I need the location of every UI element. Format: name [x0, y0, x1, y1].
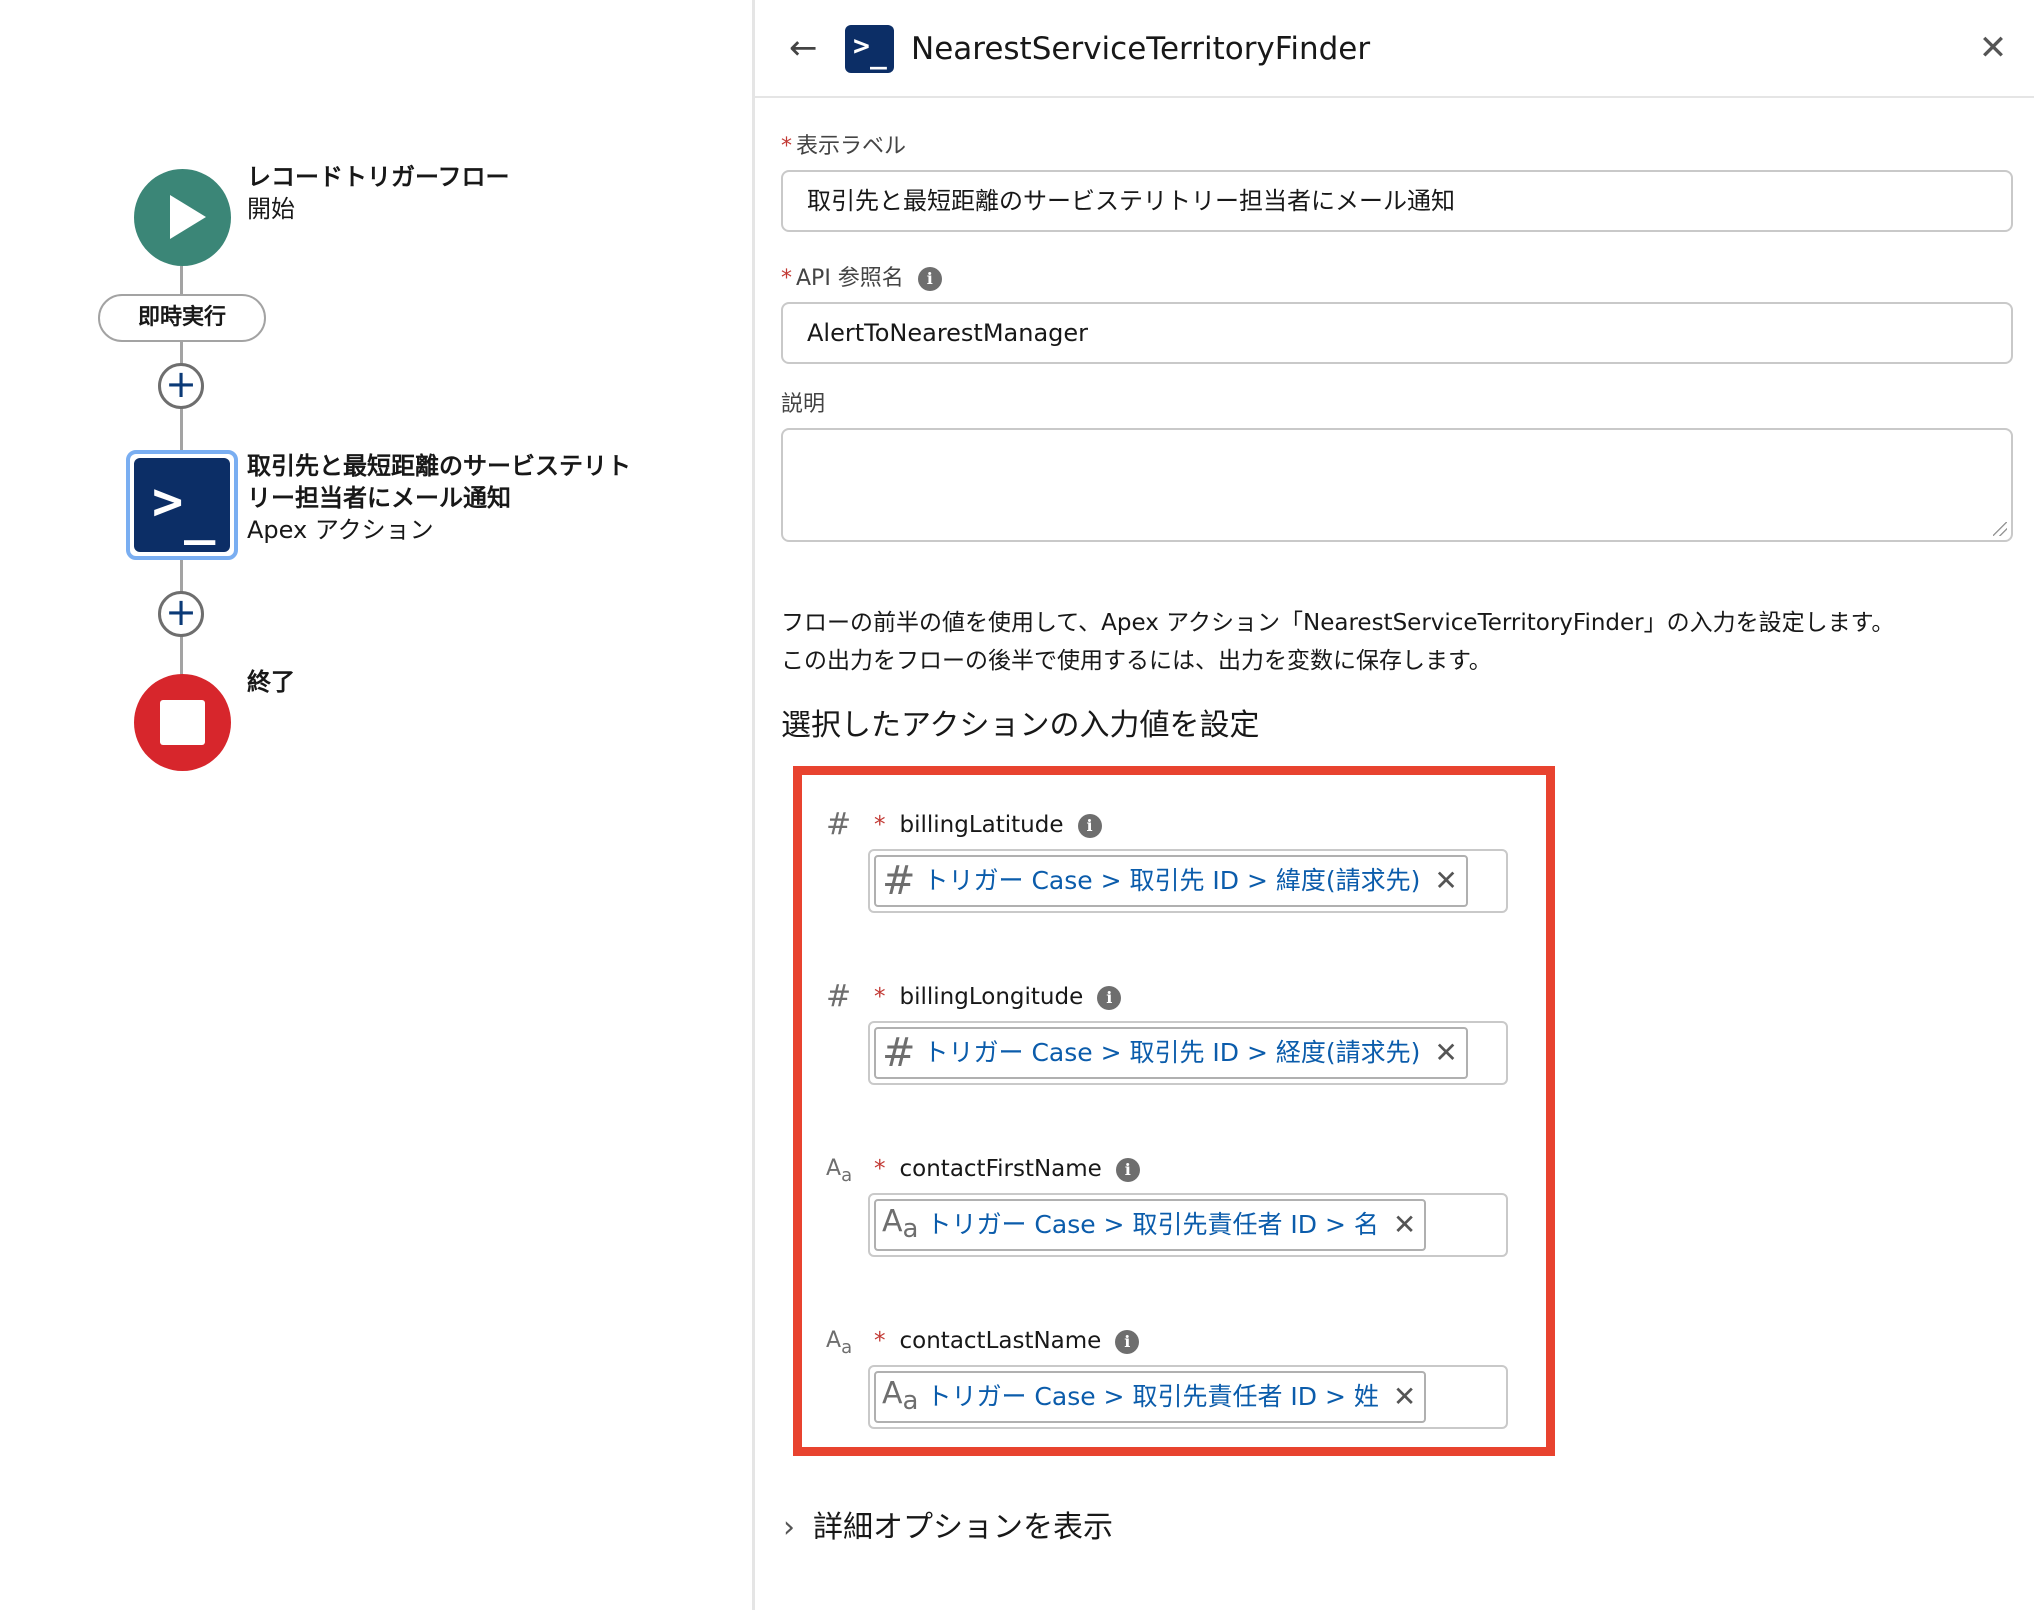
- add-element-button[interactable]: +: [158, 591, 204, 637]
- param-label: * contactLastName i: [874, 1323, 1140, 1359]
- action-node-subtitle: Apex アクション: [247, 516, 434, 544]
- resource-pill[interactable]: # トリガー Case > 取引先 ID > 緯度(請求先) ✕: [874, 855, 1468, 907]
- number-type-icon: #: [826, 807, 852, 842]
- pill-value: トリガー Case > 取引先責任者 ID > 名: [926, 1210, 1379, 1239]
- number-type-icon: #: [882, 858, 916, 904]
- billing-latitude-field[interactable]: # トリガー Case > 取引先 ID > 緯度(請求先) ✕: [868, 849, 1508, 913]
- play-icon: [170, 195, 206, 239]
- action-node-title-line2: リー担当者にメール通知: [247, 484, 511, 512]
- remove-icon[interactable]: ✕: [1393, 1201, 1416, 1249]
- text-type-icon: Aa: [882, 1203, 919, 1244]
- api-name-field-label: * API 参照名 i: [781, 264, 942, 294]
- resource-pill[interactable]: Aa トリガー Case > 取引先責任者 ID > 名 ✕: [874, 1199, 1427, 1251]
- label-field-label: * 表示ラベル: [781, 134, 907, 159]
- section-heading: 選択したアクションの入力値を設定: [781, 708, 1260, 743]
- apex-action-node[interactable]: > _: [126, 450, 238, 560]
- advanced-options-label: 詳細オプションを表示: [813, 1510, 1113, 1545]
- pill-value: トリガー Case > 取引先 ID > 経度(請求先): [923, 1038, 1421, 1067]
- info-icon[interactable]: i: [917, 267, 942, 291]
- param-label: * billingLatitude i: [874, 807, 1102, 843]
- start-node-subtitle: 開始: [247, 195, 295, 223]
- advanced-options-toggle[interactable]: › 詳細オプションを表示: [783, 1506, 1113, 1550]
- flow-canvas: レコードトリガーフロー 開始 即時実行 + > _ 取引先と最短距離のサービステ…: [0, 0, 752, 1610]
- add-element-button[interactable]: +: [158, 363, 204, 409]
- panel-header: ← > _ NearestServiceTerritoryFinder ✕: [755, 0, 2034, 98]
- resize-handle-icon[interactable]: [1993, 522, 2007, 536]
- remove-icon[interactable]: ✕: [1434, 857, 1457, 905]
- text-type-icon: Aa: [826, 1156, 853, 1186]
- text-type-icon: Aa: [826, 1328, 853, 1358]
- end-node[interactable]: [134, 674, 231, 771]
- info-icon[interactable]: i: [1077, 813, 1102, 838]
- label-input[interactable]: 取引先と最短距離のサービステリトリー担当者にメール通知: [781, 170, 2013, 232]
- chevron-right-icon: ›: [783, 1510, 795, 1545]
- description-textarea[interactable]: [781, 428, 2013, 542]
- action-inputs-highlight: # * billingLatitude i # トリガー Case > 取引先 ID…: [793, 766, 1555, 1456]
- resource-pill[interactable]: Aa トリガー Case > 取引先責任者 ID > 姓 ✕: [874, 1371, 1427, 1423]
- info-icon[interactable]: i: [1115, 1157, 1140, 1182]
- panel-title: NearestServiceTerritoryFinder: [911, 31, 1371, 67]
- stop-icon: [160, 700, 205, 745]
- info-icon[interactable]: i: [1115, 1329, 1140, 1354]
- start-node-title: レコードトリガーフロー: [247, 163, 510, 191]
- back-arrow-icon[interactable]: ←: [789, 28, 825, 68]
- start-node[interactable]: [134, 169, 231, 266]
- pill-value: トリガー Case > 取引先 ID > 緯度(請求先): [923, 866, 1421, 895]
- properties-panel: ← > _ NearestServiceTerritoryFinder ✕ * 表…: [752, 0, 2034, 1610]
- action-node-title-line1: 取引先と最短距離のサービステリト: [247, 452, 631, 480]
- api-name-input[interactable]: AlertToNearestManager: [781, 302, 2013, 364]
- param-label: * contactFirstName i: [874, 1151, 1140, 1187]
- contact-last-name-field[interactable]: Aa トリガー Case > 取引先責任者 ID > 姓 ✕: [868, 1365, 1508, 1429]
- param-label: * billingLongitude i: [874, 979, 1122, 1015]
- pill-value: トリガー Case > 取引先責任者 ID > 姓: [926, 1382, 1379, 1411]
- connector-line: [180, 266, 183, 296]
- apex-icon: > _: [134, 458, 230, 552]
- info-icon[interactable]: i: [1097, 985, 1122, 1010]
- immediate-path-label[interactable]: 即時実行: [98, 294, 266, 342]
- number-type-icon: #: [826, 979, 852, 1014]
- required-mark: *: [781, 266, 792, 291]
- apex-icon: > _: [845, 25, 894, 73]
- resource-pill[interactable]: # トリガー Case > 取引先 ID > 経度(請求先) ✕: [874, 1027, 1468, 1079]
- description-field-label: 説明: [781, 392, 826, 417]
- remove-icon[interactable]: ✕: [1434, 1029, 1457, 1077]
- number-type-icon: #: [882, 1030, 916, 1076]
- billing-longitude-field[interactable]: # トリガー Case > 取引先 ID > 経度(請求先) ✕: [868, 1021, 1508, 1085]
- required-mark: *: [781, 134, 792, 159]
- help-text: フローの前半の値を使用して、Apex アクション「NearestServiceT…: [781, 610, 1895, 674]
- close-icon[interactable]: ✕: [1973, 28, 2013, 68]
- text-type-icon: Aa: [882, 1375, 919, 1416]
- end-node-title: 終了: [247, 668, 295, 696]
- remove-icon[interactable]: ✕: [1393, 1373, 1416, 1421]
- contact-first-name-field[interactable]: Aa トリガー Case > 取引先責任者 ID > 名 ✕: [868, 1193, 1508, 1257]
